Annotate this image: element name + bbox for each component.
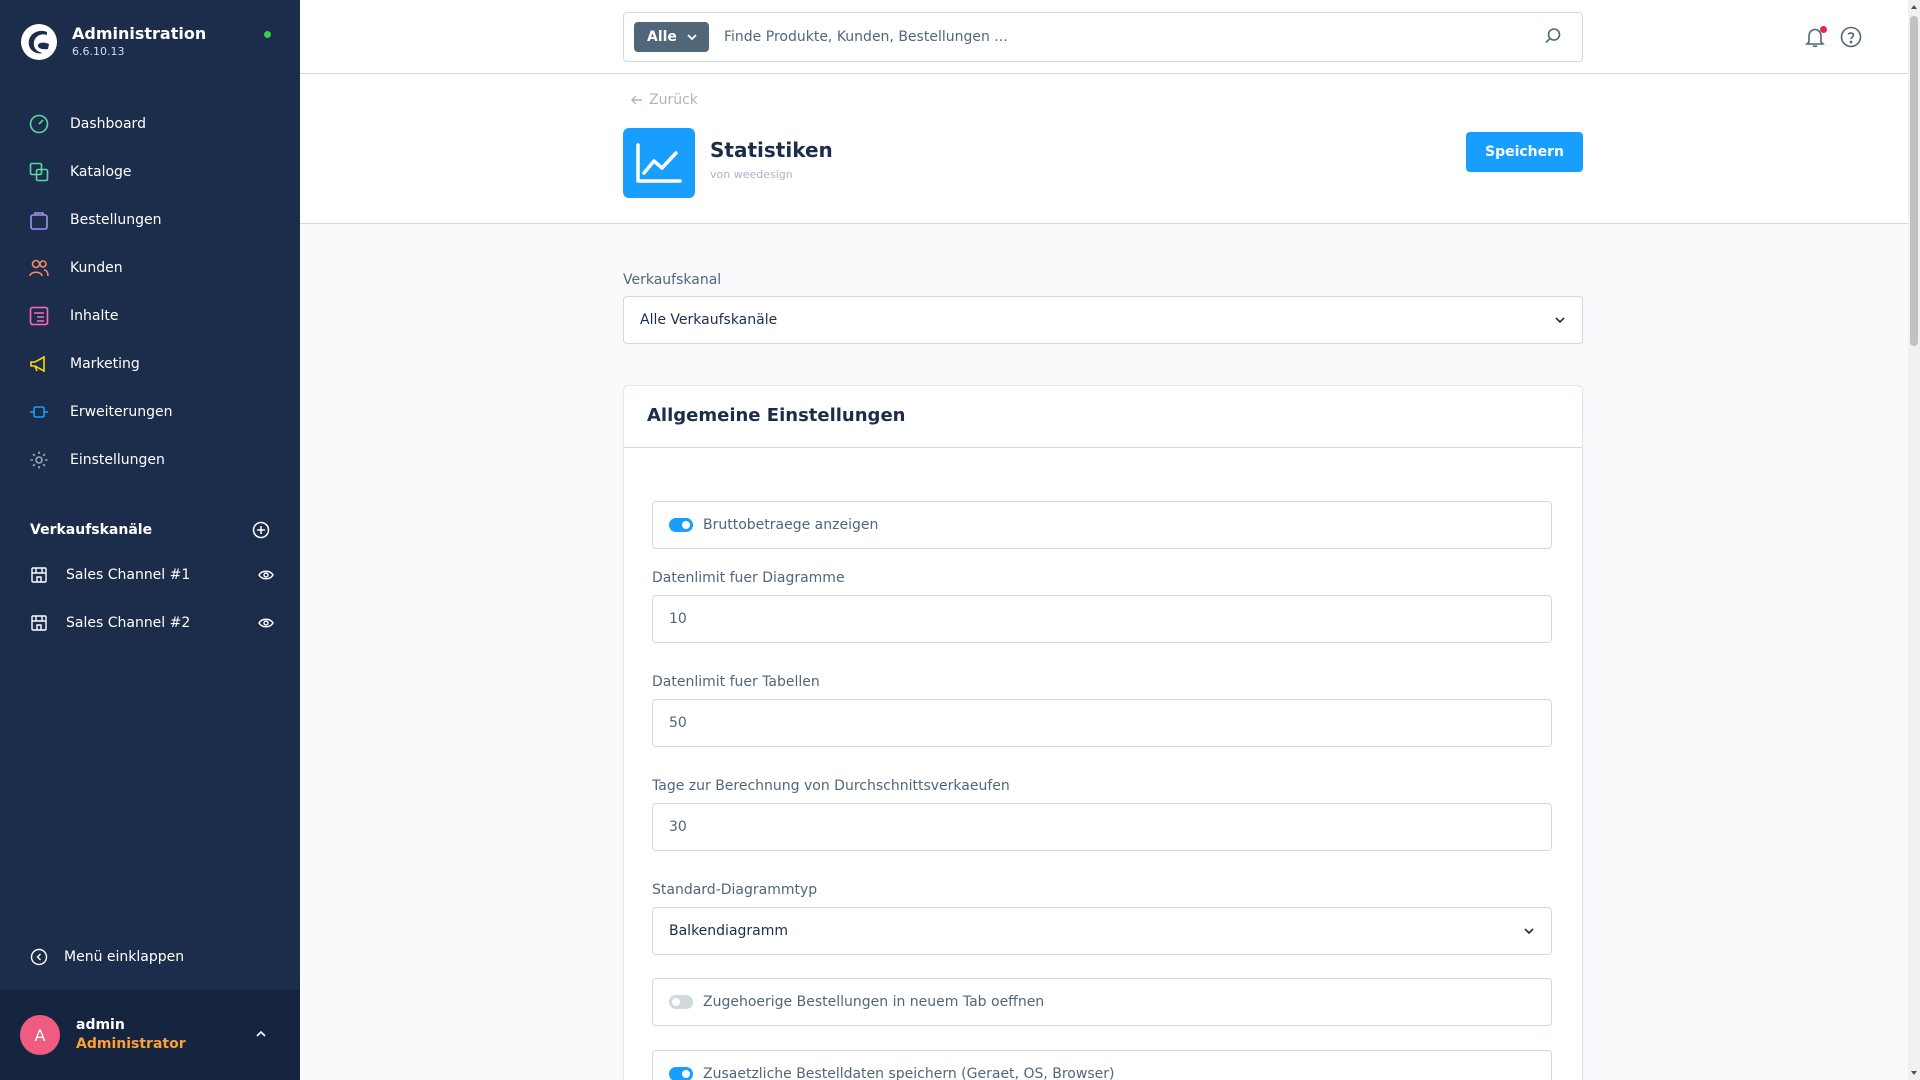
nav-item-dashboard[interactable]: Dashboard [0,100,300,148]
gross-amounts-label: Bruttobetraege anzeigen [703,517,879,533]
nav-label: Einstellungen [70,452,165,468]
add-circle-icon[interactable] [252,521,270,539]
search-type-label: Alle [647,29,677,45]
scroll-down-arrow-icon[interactable] [1910,1068,1918,1078]
main-nav: Dashboard Kataloge Bestellungen Kunden I… [0,100,300,484]
sales-channel-item-2[interactable]: Sales Channel #2 [30,608,274,638]
sales-channels-header: Verkaufskanäle [30,519,270,541]
app-icon [623,128,695,198]
nav-label: Dashboard [70,116,146,132]
scrollbar-thumb[interactable] [1910,16,1918,346]
chart-type-label: Standard-Diagrammtyp [652,882,818,898]
page-header [300,74,1908,224]
sales-channel-label: Sales Channel #2 [66,615,191,631]
storefront-icon [31,567,47,583]
avg-days-input[interactable] [652,803,1552,851]
dashboard-icon [28,113,50,135]
user-role: Administrator [76,1036,186,1052]
sales-channel-field-label: Verkaufskanal [623,272,722,288]
nav-label: Erweiterungen [70,404,173,420]
eye-icon[interactable] [258,569,274,581]
shopware-logo-icon [21,24,57,60]
settings-icon [28,449,50,471]
search-icon[interactable] [1544,27,1562,45]
nav-item-orders[interactable]: Bestellungen [0,196,300,244]
sales-channel-select-value: Alle Verkaufskanäle [640,312,778,328]
chevron-down-icon [687,34,697,41]
arrow-left-icon [631,95,642,105]
sales-channel-label: Sales Channel #1 [66,567,191,583]
back-label: Zurück [649,92,698,108]
chevron-down-icon [1524,928,1534,935]
global-search: Alle [623,12,1583,62]
save-button[interactable]: Speichern [1466,132,1583,172]
brand-version: 6.6.10.13 [72,45,125,58]
chart-limit-input[interactable] [652,595,1552,643]
new-tab-label: Zugehoerige Bestellungen in neuem Tab oe… [703,994,1045,1010]
avg-days-label: Tage zur Berechnung von Durchschnittsver… [652,778,1010,794]
nav-item-content[interactable]: Inhalte [0,292,300,340]
sales-channels-title: Verkaufskanäle [30,522,153,538]
nav-label: Kunden [70,260,123,276]
table-limit-label: Datenlimit fuer Tabellen [652,674,820,690]
chevron-down-icon [1555,317,1565,324]
orders-icon [28,209,50,231]
sales-channel-item-1[interactable]: Sales Channel #1 [30,560,274,590]
chevron-up-icon[interactable] [254,1027,268,1041]
nav-item-catalogs[interactable]: Kataloge [0,148,300,196]
brand-title: Administration [72,24,207,43]
notification-badge [1820,26,1827,33]
nav-item-settings[interactable]: Einstellungen [0,436,300,484]
table-limit-input[interactable] [652,699,1552,747]
nav-item-extensions[interactable]: Erweiterungen [0,388,300,436]
sales-channel-select[interactable]: Alle Verkaufskanäle [623,296,1583,344]
user-name: admin [76,1017,125,1033]
back-link[interactable]: Zurück [631,92,698,108]
sidebar: Administration 6.6.10.13 Dashboard Katal… [0,0,300,1080]
content-icon [28,305,50,327]
extensions-icon [28,401,50,423]
brand[interactable]: Administration 6.6.10.13 [20,22,206,62]
chevron-left-circle-icon [30,948,48,966]
marketing-icon [28,353,50,375]
nav-label: Inhalte [70,308,119,324]
collapse-menu-label: Menü einklappen [64,949,185,965]
chart-limit-label: Datenlimit fuer Diagramme [652,570,845,586]
page-title: Statistiken [710,138,833,162]
nav-label: Marketing [70,356,140,372]
chart-type-select[interactable]: Balkendiagramm [652,907,1552,955]
scroll-up-arrow-icon[interactable] [1910,2,1918,12]
line-chart-icon [636,143,682,183]
eye-icon[interactable] [258,617,274,629]
avatar[interactable]: A [20,1015,60,1055]
app-vendor: von weedesign [710,168,793,181]
card-header: Allgemeine Einstellungen [624,386,1582,448]
gross-amounts-toggle-field[interactable]: Bruttobetraege anzeigen [652,501,1552,549]
extra-order-data-toggle-field[interactable]: Zusaetzliche Bestelldaten speichern (Ger… [652,1050,1552,1080]
nav-label: Kataloge [70,164,132,180]
help-icon[interactable] [1840,26,1862,48]
extra-order-data-label: Zusaetzliche Bestelldaten speichern (Ger… [703,1066,1115,1080]
status-dot [264,31,271,38]
customers-icon [28,257,50,279]
collapse-menu-button[interactable]: Menü einklappen [30,945,184,969]
storefront-icon [31,615,47,631]
extra-order-data-switch[interactable] [669,1067,693,1080]
nav-item-customers[interactable]: Kunden [0,244,300,292]
gross-amounts-switch[interactable] [669,518,693,532]
chart-type-select-value: Balkendiagramm [669,923,789,939]
search-input[interactable] [724,22,1524,52]
new-tab-switch[interactable] [669,995,693,1009]
new-tab-toggle-field[interactable]: Zugehoerige Bestellungen in neuem Tab oe… [652,978,1552,1026]
nav-item-marketing[interactable]: Marketing [0,340,300,388]
catalog-icon [28,161,50,183]
search-type-select[interactable]: Alle [634,22,709,52]
card-title: Allgemeine Einstellungen [647,405,906,426]
page-scrollbar[interactable] [1908,0,1920,1080]
nav-label: Bestellungen [70,212,162,228]
